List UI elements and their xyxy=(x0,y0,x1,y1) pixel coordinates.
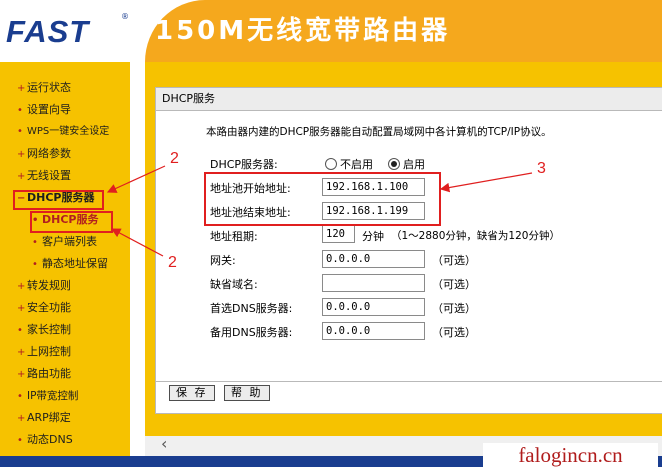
dhcp-panel: DHCP服务 本路由器内建的DHCP服务器能自动配置局域网中各计算机的TCP/I… xyxy=(155,87,662,414)
panel-description: 本路由器内建的DHCP服务器能自动配置局域网中各计算机的TCP/IP协议。 xyxy=(206,126,552,138)
bullet-icon: • xyxy=(17,325,23,336)
bullet-icon: • xyxy=(32,215,39,226)
save-button[interactable]: 保 存 xyxy=(169,385,215,401)
sidebar-item-ddns[interactable]: • 动态DNS xyxy=(17,431,73,449)
bullet-icon: • xyxy=(32,259,38,270)
scroll-left-icon[interactable]: ‹ xyxy=(161,434,167,453)
domain-input[interactable] xyxy=(322,274,425,292)
sidebar-item-wireless[interactable]: + 无线设置 xyxy=(17,167,71,185)
sidebar-item-label: 转发规则 xyxy=(27,279,71,292)
trademark-mark: ® xyxy=(121,12,129,21)
sidebar-item-dhcp-service[interactable]: • DHCP服务 xyxy=(32,211,98,229)
sidebar-item-label: ARP绑定 xyxy=(27,411,71,424)
sidebar-item-label: 上网控制 xyxy=(27,345,71,358)
sidebar-item-label: 静态地址保留 xyxy=(42,257,108,270)
sidebar-item-label: 网络参数 xyxy=(27,147,71,160)
sidebar-item-bandwidth[interactable]: • IP带宽控制 xyxy=(17,387,78,405)
lease-label: 地址租期: xyxy=(210,230,258,243)
end-address-label: 地址池结束地址: xyxy=(210,206,291,219)
sidebar-item-wizard[interactable]: • 设置向导 xyxy=(17,101,71,119)
sidebar-item-label: 家长控制 xyxy=(27,323,71,336)
sidebar-item-routing[interactable]: + 路由功能 xyxy=(17,365,71,383)
expand-icon: + xyxy=(17,83,26,94)
sidebar-item-client-list[interactable]: • 客户端列表 xyxy=(32,233,97,251)
sidebar-item-status[interactable]: + 运行状态 xyxy=(17,79,71,97)
sidebar-item-label: 无线设置 xyxy=(27,169,71,182)
primary-dns-label: 首选DNS服务器: xyxy=(210,302,293,315)
panel-title: DHCP服务 xyxy=(156,88,662,111)
start-address-input[interactable]: 192.168.1.100 xyxy=(322,178,425,196)
dhcp-on-label: 启用 xyxy=(403,158,425,171)
expand-icon: + xyxy=(17,347,26,358)
sidebar-item-label: WPS一键安全设定 xyxy=(27,126,110,137)
watermark: falogincn.cn xyxy=(483,443,658,467)
start-address-label: 地址池开始地址: xyxy=(210,182,291,195)
sidebar-item-access-control[interactable]: + 上网控制 xyxy=(17,343,71,361)
sidebar-item-label: 客户端列表 xyxy=(42,235,97,248)
dhcp-server-label: DHCP服务器: xyxy=(210,158,278,171)
dhcp-on-radio[interactable] xyxy=(388,158,400,170)
content-frame: DHCP服务 本路由器内建的DHCP服务器能自动配置局域网中各计算机的TCP/I… xyxy=(145,62,662,467)
expand-icon: + xyxy=(17,303,26,314)
secondary-dns-label: 备用DNS服务器: xyxy=(210,326,293,339)
sidebar-item-label: 安全功能 xyxy=(27,301,71,314)
expand-icon: + xyxy=(17,369,26,380)
sidebar-divider xyxy=(130,62,145,467)
sidebar-item-label: DHCP服务器 xyxy=(27,191,95,204)
expand-icon: + xyxy=(17,149,26,160)
help-button[interactable]: 帮 助 xyxy=(224,385,270,401)
secondary-dns-input[interactable]: 0.0.0.0 xyxy=(322,322,425,340)
domain-hint: （可选） xyxy=(432,278,476,291)
sidebar-item-label: 路由功能 xyxy=(27,367,71,380)
dhcp-off-radio[interactable] xyxy=(325,158,337,170)
bullet-icon: • xyxy=(17,105,23,116)
sidebar-item-network[interactable]: + 网络参数 xyxy=(17,145,71,163)
sidebar-item-label: 动态DNS xyxy=(27,433,73,446)
button-bar: 保 存 帮 助 xyxy=(156,381,662,402)
dhcp-off-label: 不启用 xyxy=(340,158,373,171)
sidebar-item-parental[interactable]: • 家长控制 xyxy=(17,321,71,339)
bullet-icon: • xyxy=(17,126,23,137)
sidebar-item-label: 运行状态 xyxy=(27,81,71,94)
sidebar-item-wps[interactable]: • WPS一键安全设定 xyxy=(17,123,109,141)
primary-dns-input[interactable]: 0.0.0.0 xyxy=(322,298,425,316)
expand-icon: + xyxy=(17,171,26,182)
gateway-hint: （可选） xyxy=(432,254,476,267)
sidebar-item-label: IP带宽控制 xyxy=(27,390,79,402)
sidebar-item-static-reserve[interactable]: • 静态地址保留 xyxy=(32,255,108,273)
sidebar-item-forwarding[interactable]: + 转发规则 xyxy=(17,277,71,295)
lease-input[interactable]: 120 xyxy=(322,225,355,243)
sidebar-item-arp[interactable]: + ARP绑定 xyxy=(17,409,71,427)
lease-hint: （1～2880分钟，缺省为120分钟） xyxy=(391,230,560,242)
gateway-label: 网关: xyxy=(210,254,236,267)
gateway-input[interactable]: 0.0.0.0 xyxy=(322,250,425,268)
bullet-icon: • xyxy=(32,237,38,248)
sidebar-item-label: 设置向导 xyxy=(27,103,71,116)
sidebar-item-dhcp-server[interactable]: − DHCP服务器 xyxy=(17,189,94,207)
fast-logo: FAST xyxy=(6,14,90,49)
domain-label: 缺省域名: xyxy=(210,278,258,291)
bullet-icon: • xyxy=(17,391,23,402)
lease-unit: 分钟 xyxy=(362,230,384,243)
collapse-icon: − xyxy=(17,193,26,204)
secondary-dns-hint: （可选） xyxy=(432,326,476,339)
sidebar-item-label: DHCP服务 xyxy=(42,213,99,226)
expand-icon: + xyxy=(17,413,26,424)
header: FAST ® 150M无线宽带路由器 xyxy=(0,0,662,62)
end-address-input[interactable]: 192.168.1.199 xyxy=(322,202,425,220)
bullet-icon: • xyxy=(17,435,23,446)
primary-dns-hint: （可选） xyxy=(432,302,476,315)
product-title: 150M无线宽带路由器 xyxy=(155,16,451,46)
sidebar-item-security[interactable]: + 安全功能 xyxy=(17,299,71,317)
expand-icon: + xyxy=(17,281,26,292)
